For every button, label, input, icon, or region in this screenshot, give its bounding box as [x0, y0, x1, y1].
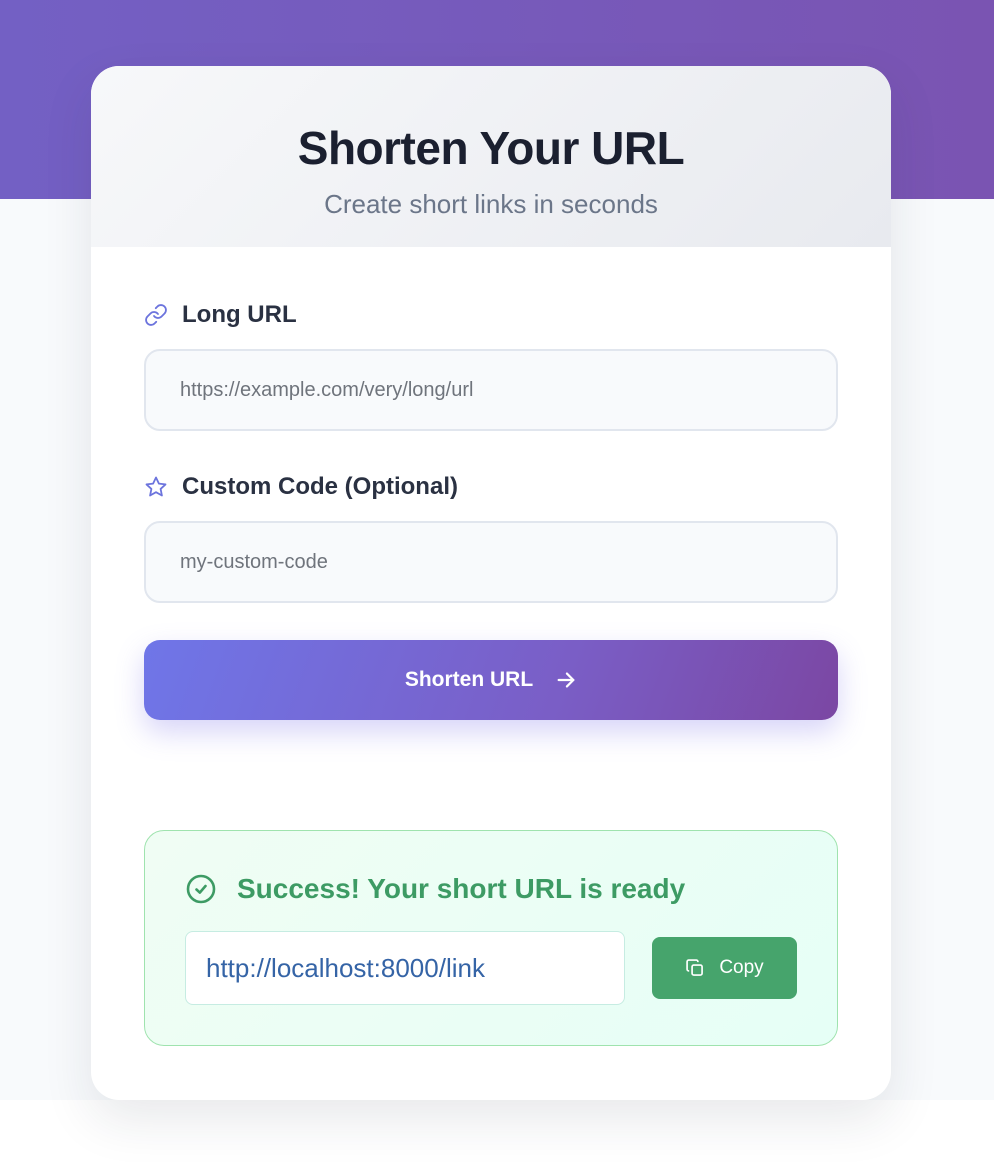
check-circle-icon [185, 873, 217, 905]
page-subtitle: Create short links in seconds [324, 189, 658, 219]
shorten-url-button[interactable]: Shorten URL [144, 640, 838, 720]
custom-code-label-text: Custom Code (Optional) [182, 473, 458, 500]
card-header: Shorten Your URL Create short links in s… [91, 66, 891, 247]
copy-button[interactable]: Copy [652, 937, 797, 999]
shortener-card: Shorten Your URL Create short links in s… [91, 66, 891, 1100]
long-url-label-text: Long URL [182, 301, 297, 328]
short-url-field[interactable] [185, 931, 625, 1005]
shorten-url-button-label: Shorten URL [404, 668, 534, 691]
custom-code-label: Custom Code (Optional) [144, 470, 458, 504]
copy-button-label: Copy [719, 957, 764, 978]
long-url-label: Long URL [144, 298, 297, 332]
link-icon [144, 303, 168, 327]
success-heading: Success! Your short URL is ready [185, 871, 685, 907]
arrow-right-icon [555, 669, 577, 691]
success-heading-text: Success! Your short URL is ready [237, 873, 686, 904]
copy-icon [685, 958, 705, 978]
long-url-input[interactable] [144, 349, 838, 431]
star-icon [144, 475, 168, 499]
page-title: Shorten Your URL [297, 122, 685, 174]
custom-code-input[interactable] [144, 521, 838, 603]
success-result-panel: Success! Your short URL is ready Copy [144, 830, 838, 1046]
